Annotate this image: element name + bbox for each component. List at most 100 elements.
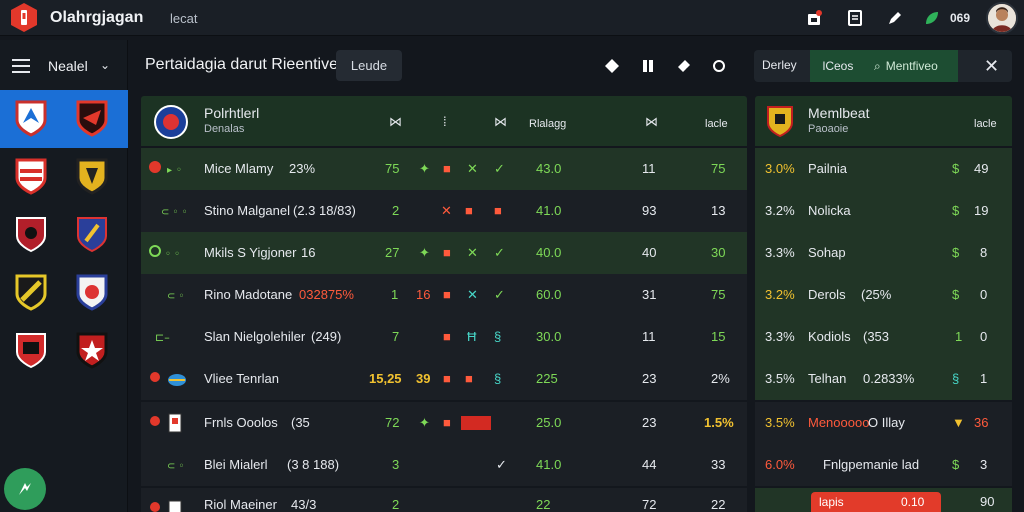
form-cross-icon: ✕ [441, 203, 452, 218]
table-header-subtitle: Denalas [204, 123, 245, 135]
sidebar-team-row[interactable] [0, 206, 128, 264]
status-count: 069 [950, 11, 971, 25]
sort-icon[interactable]: ⋈ [494, 114, 507, 130]
rank-badge-icon [147, 498, 187, 512]
right-search-input[interactable]: ⌕ Mentfiveo [866, 50, 958, 82]
sidebar-team-row[interactable] [0, 148, 128, 206]
striped-red-team-icon[interactable] [13, 156, 49, 196]
document-icon[interactable] [845, 8, 865, 28]
table-row[interactable]: Frnls Ooolos (35 72 ✦ ■ 25.0 23 1.5% [141, 402, 747, 444]
svg-text:⊂ ◦ ◦: ⊂ ◦ ◦ [161, 207, 187, 218]
yellow-black-team-icon[interactable] [13, 272, 49, 312]
column-header[interactable]: lacle [974, 118, 997, 130]
stat-value: 15,25 [369, 371, 402, 386]
form-check-icon: ✓ [494, 245, 505, 260]
member-name: Pailnia [808, 161, 848, 176]
sidebar-team-row[interactable] [0, 264, 128, 322]
sports-icon [19, 483, 31, 495]
stat-value: 225 [536, 371, 558, 386]
sidebar-team-row[interactable] [0, 322, 128, 380]
table-row[interactable]: ⊂ ◦ ◦ Stino Malganel (2.3 18/83) 2 ✕ ■ ■… [141, 190, 747, 232]
table-row[interactable]: ⊂ ◦ Blei Mialerl (3 8 188) 3 ✓ 41.0 44 3… [141, 444, 747, 486]
stat-value: 41.0 [536, 457, 562, 472]
team-extra: 032875% [299, 287, 354, 302]
sort-icon[interactable]: ⋈ [645, 114, 658, 130]
team-name: Mkils S Yigjoner [204, 245, 297, 260]
app-logo-icon[interactable] [10, 2, 38, 33]
rank-badge-icon: ⊂ ◦ [147, 284, 187, 306]
form-red-icon: ■ [443, 415, 451, 430]
notification-icon[interactable] [804, 8, 824, 28]
member-row[interactable]: 3.5% Telhan 0.2833% § 1 [755, 358, 1012, 400]
member-row[interactable]: 3.0% Pailnia $ 49 [755, 148, 1012, 190]
member-row[interactable]: 3.2% Nolicka $ 19 [755, 190, 1012, 232]
table-row[interactable]: Riol Maeiner 43/3 2 22 72 22 [141, 488, 747, 512]
column-header[interactable]: lacle [705, 118, 728, 130]
tab-ceos[interactable]: lCeos [810, 50, 866, 82]
toast-notification[interactable]: lapis 0.10 [811, 492, 941, 512]
member-pct: 3.3% [765, 245, 795, 260]
stat-value: 11 [642, 329, 656, 344]
top-search-label[interactable]: lecat [170, 11, 197, 26]
member-name: Fnlgpemanie lad [823, 457, 920, 472]
page-title: Pertaidagia darut Rieentive [145, 56, 339, 73]
member-row[interactable]: 3.5% Menooooo O Illay ▼ 36 [755, 402, 1012, 444]
stat-value: 41.0 [536, 203, 562, 218]
table-row[interactable]: Vliee Tenrlan 15,25 39 ■ ■ § 225 23 2% [141, 358, 747, 400]
blue-crest-team-icon[interactable] [74, 214, 110, 254]
team-name: Mice Mlamy [204, 161, 274, 176]
form-red-bar [461, 416, 491, 430]
red-black-shield-team-icon[interactable] [13, 330, 49, 370]
member-value: 8 [980, 245, 988, 260]
gold-black-team-icon[interactable] [74, 156, 110, 196]
sports-fab-button[interactable] [4, 468, 46, 510]
sidebar-menu-toggle[interactable]: Nealel ⌄ [0, 48, 128, 84]
crimson-crest-team-icon[interactable] [13, 214, 49, 254]
member-row[interactable]: 3.3% Kodiols (353 1 0 [755, 316, 1012, 358]
chevron-down-icon[interactable]: ⌄ [100, 58, 110, 72]
member-row[interactable]: 6.0% Fnlgpemanie lad $ 3 [755, 444, 1012, 486]
diamond-icon[interactable] [603, 57, 621, 75]
blue-white-team-icon[interactable] [74, 272, 110, 312]
table-row[interactable]: ⊂ ◦ Rino Madotane 032875% 1 16 ■ ✕ ✓ 60.… [141, 274, 747, 316]
stat-value: 2 [392, 203, 400, 218]
stat-value: 39 [416, 371, 431, 386]
member-row[interactable]: 3.2% Derols (25% $ 0 [755, 274, 1012, 316]
dark-red-team-icon[interactable] [74, 98, 110, 138]
hamburger-icon[interactable] [12, 59, 30, 73]
form-check-icon: ✓ [496, 457, 507, 472]
stat-value: 1.5% [704, 415, 734, 430]
sidebar-team-row[interactable] [0, 90, 128, 148]
toast-value: 0.10 [901, 495, 925, 509]
share-icon[interactable] [675, 57, 693, 75]
bookmark-icon[interactable] [639, 57, 657, 75]
tab-derley[interactable]: Derley [762, 58, 797, 72]
member-value: 36 [974, 415, 989, 430]
form-red-icon: ■ [465, 371, 473, 386]
stat-value: 72 [385, 415, 400, 430]
table-row[interactable]: ◦ ◦ Mkils S Yigjoner 16 27 ✦ ■ ✕ ✓ 40.0 … [141, 232, 747, 274]
stat-value: 40 [642, 245, 657, 260]
leaf-status-icon[interactable] [922, 8, 942, 28]
sort-icon[interactable]: ⋈ [389, 114, 402, 130]
right-search-text: Mentfiveo [885, 59, 938, 73]
table-row[interactable]: ⊏– Slan Nielgolehiler (249) 7 ■ Ħ § 30.0… [141, 316, 747, 358]
red-shield-team-icon[interactable] [13, 98, 49, 138]
member-value: 49 [974, 161, 989, 176]
rank-badge-icon: ⊂ ◦ ◦ [147, 200, 188, 222]
member-extra: O Illay [868, 415, 905, 430]
dollar-icon: $ [952, 287, 960, 302]
user-avatar[interactable] [986, 2, 1018, 34]
close-icon[interactable]: ✕ [984, 56, 999, 77]
black-star-team-icon[interactable] [74, 330, 110, 370]
header-action-button[interactable]: Leude [336, 50, 402, 81]
svg-text:◦: ◦ [176, 165, 182, 176]
filter-icon[interactable]: ⁞ [443, 114, 447, 129]
members-table-header: Memlbeat Paoaoie lacle [755, 96, 1012, 146]
edit-icon[interactable] [885, 8, 905, 28]
member-row[interactable]: 3.3% Sohap $ 8 [755, 232, 1012, 274]
column-header[interactable]: Rlalagg [529, 118, 566, 130]
refresh-icon[interactable] [710, 57, 728, 75]
table-row[interactable]: ▸ ◦ Mice Mlamy 23% 75 ✦ ■ ✕ ✓ 43.0 11 75 [141, 148, 747, 190]
form-red-icon: ■ [443, 287, 451, 302]
